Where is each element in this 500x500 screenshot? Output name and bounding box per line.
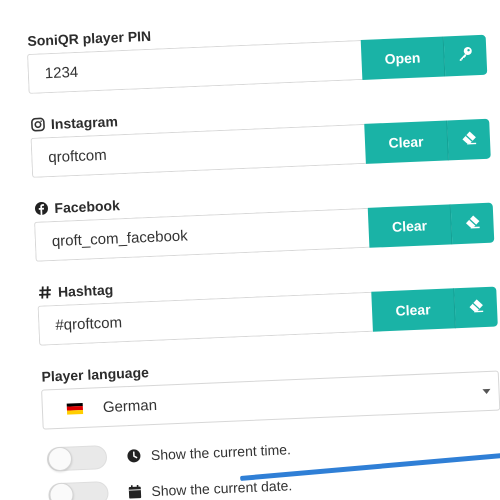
show-date-toggle[interactable] (48, 480, 109, 500)
instagram-label-text: Instagram (50, 113, 119, 133)
settings-form: SoniQR player PIN Open (26, 10, 500, 500)
eraser-icon (461, 129, 478, 151)
eraser-icon (464, 213, 481, 235)
toggle-knob (47, 446, 73, 472)
settings-panel: SoniQR player PIN Open (0, 0, 500, 500)
eraser-icon (468, 297, 485, 319)
clock-icon (127, 449, 142, 464)
hashtag-clear-button[interactable]: Clear (371, 288, 456, 332)
facebook-eraser-button[interactable] (450, 202, 495, 245)
open-button[interactable]: Open (360, 36, 446, 80)
instagram-icon (31, 117, 46, 132)
facebook-icon (34, 201, 49, 216)
show-date-label: Show the current date. (151, 477, 293, 500)
key-button[interactable] (443, 34, 488, 77)
language-selected-value: German (102, 396, 158, 416)
hashtag-eraser-button[interactable] (454, 286, 498, 329)
show-time-toggle[interactable] (46, 444, 108, 472)
instagram-eraser-button[interactable] (447, 118, 491, 161)
chevron-down-icon (482, 388, 491, 395)
hashtag-label-text: Hashtag (57, 281, 114, 300)
instagram-clear-button[interactable]: Clear (364, 120, 449, 164)
facebook-clear-button[interactable]: Clear (367, 204, 453, 248)
hashtag-icon (38, 285, 53, 300)
german-flag-icon (66, 402, 84, 415)
pin-label-text: SoniQR player PIN (27, 27, 152, 49)
key-icon (457, 45, 474, 67)
toggle-knob (49, 482, 74, 500)
show-time-label: Show the current time. (150, 441, 292, 464)
facebook-label-text: Facebook (54, 197, 121, 216)
language-label-text: Player language (41, 364, 150, 385)
calendar-icon (128, 484, 142, 500)
